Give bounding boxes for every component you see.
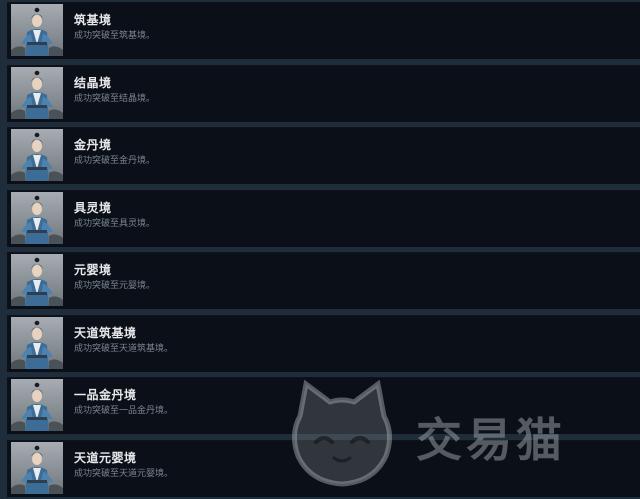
achievement-description: 成功突破至一品金丹境。 xyxy=(74,406,174,416)
achievement-row[interactable]: 筑基境 成功突破至筑基境。 xyxy=(7,2,640,59)
cultivator-portrait-icon xyxy=(11,442,63,494)
achievement-row[interactable]: 天道元婴境 成功突破至天道元婴境。 xyxy=(7,440,640,497)
achievement-row[interactable]: 一品金丹境 成功突破至一品金丹境。 xyxy=(7,377,640,434)
achievement-title: 一品金丹境 xyxy=(74,388,137,402)
achievement-description: 成功突破至具灵境。 xyxy=(74,219,156,229)
achievement-description: 成功突破至天道筑基境。 xyxy=(74,344,174,354)
achievement-icon xyxy=(11,4,63,56)
achievement-row[interactable]: 金丹境 成功突破至金丹境。 xyxy=(7,127,640,184)
cultivator-portrait-icon xyxy=(11,67,63,119)
achievement-title: 天道元婴境 xyxy=(74,451,137,465)
achievement-row[interactable]: 元婴境 成功突破至元婴境。 xyxy=(7,252,640,309)
cultivator-portrait-icon xyxy=(11,129,63,181)
achievement-description: 成功突破至筑基境。 xyxy=(74,31,156,41)
achievement-description: 成功突破至金丹境。 xyxy=(74,156,156,166)
achievement-title: 结晶境 xyxy=(74,76,112,90)
achievement-icon xyxy=(11,442,63,494)
achievement-title: 天道筑基境 xyxy=(74,326,137,340)
achievement-title: 元婴境 xyxy=(74,263,112,277)
cultivator-portrait-icon xyxy=(11,192,63,244)
cultivator-portrait-icon xyxy=(11,254,63,306)
achievement-icon xyxy=(11,379,63,431)
cultivator-portrait-icon xyxy=(11,379,63,431)
achievement-title: 金丹境 xyxy=(74,138,112,152)
achievement-row[interactable]: 结晶境 成功突破至结晶境。 xyxy=(7,65,640,122)
achievement-title: 筑基境 xyxy=(74,13,112,27)
achievement-row[interactable]: 天道筑基境 成功突破至天道筑基境。 xyxy=(7,315,640,372)
cultivator-portrait-icon xyxy=(11,317,63,369)
achievement-row[interactable]: 具灵境 成功突破至具灵境。 xyxy=(7,190,640,247)
achievement-description: 成功突破至结晶境。 xyxy=(74,94,156,104)
cultivator-portrait-icon xyxy=(11,4,63,56)
achievement-description: 成功突破至天道元婴境。 xyxy=(74,469,174,479)
achievement-title: 具灵境 xyxy=(74,201,112,215)
achievement-list: 筑基境 成功突破至筑基境。 结晶境 成功突破至结晶境。 金丹境 成功突破至金丹境… xyxy=(0,0,640,499)
achievement-icon xyxy=(11,317,63,369)
achievement-icon xyxy=(11,67,63,119)
achievement-icon xyxy=(11,129,63,181)
achievement-icon xyxy=(11,254,63,306)
achievement-icon xyxy=(11,192,63,244)
achievement-description: 成功突破至元婴境。 xyxy=(74,281,156,291)
